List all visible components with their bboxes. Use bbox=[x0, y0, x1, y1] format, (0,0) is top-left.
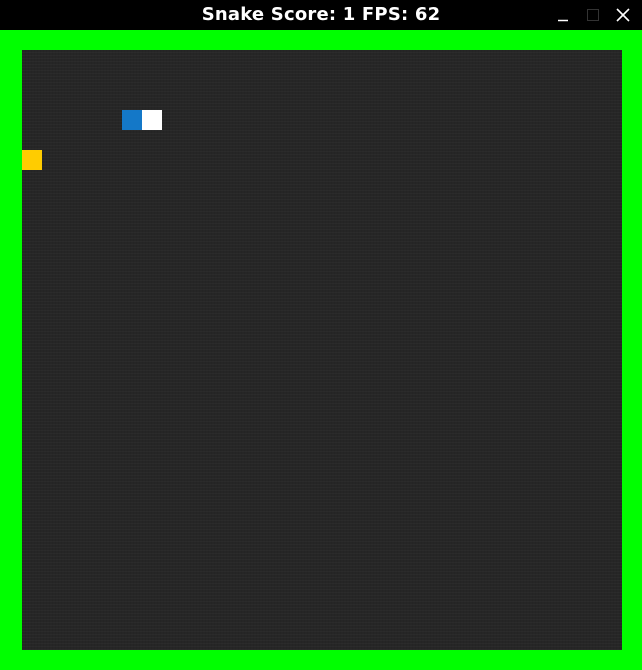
window-title: Snake Score: 1 FPS: 62 bbox=[201, 4, 441, 25]
snake-head bbox=[142, 110, 162, 130]
food-pellet bbox=[22, 150, 42, 170]
wall-border bbox=[0, 30, 642, 670]
maximize-button[interactable] bbox=[584, 6, 602, 24]
minimize-button[interactable] bbox=[554, 6, 572, 24]
minimize-icon bbox=[558, 19, 568, 22]
title-bar[interactable]: Snake Score: 1 FPS: 62 bbox=[0, 0, 642, 30]
snake-body-segment bbox=[122, 110, 142, 130]
game-window: Snake Score: 1 FPS: 62 bbox=[0, 0, 642, 670]
game-board[interactable] bbox=[22, 50, 622, 650]
close-button[interactable] bbox=[614, 6, 632, 24]
maximize-icon bbox=[587, 9, 599, 21]
window-controls bbox=[552, 0, 642, 30]
close-icon bbox=[616, 8, 630, 22]
